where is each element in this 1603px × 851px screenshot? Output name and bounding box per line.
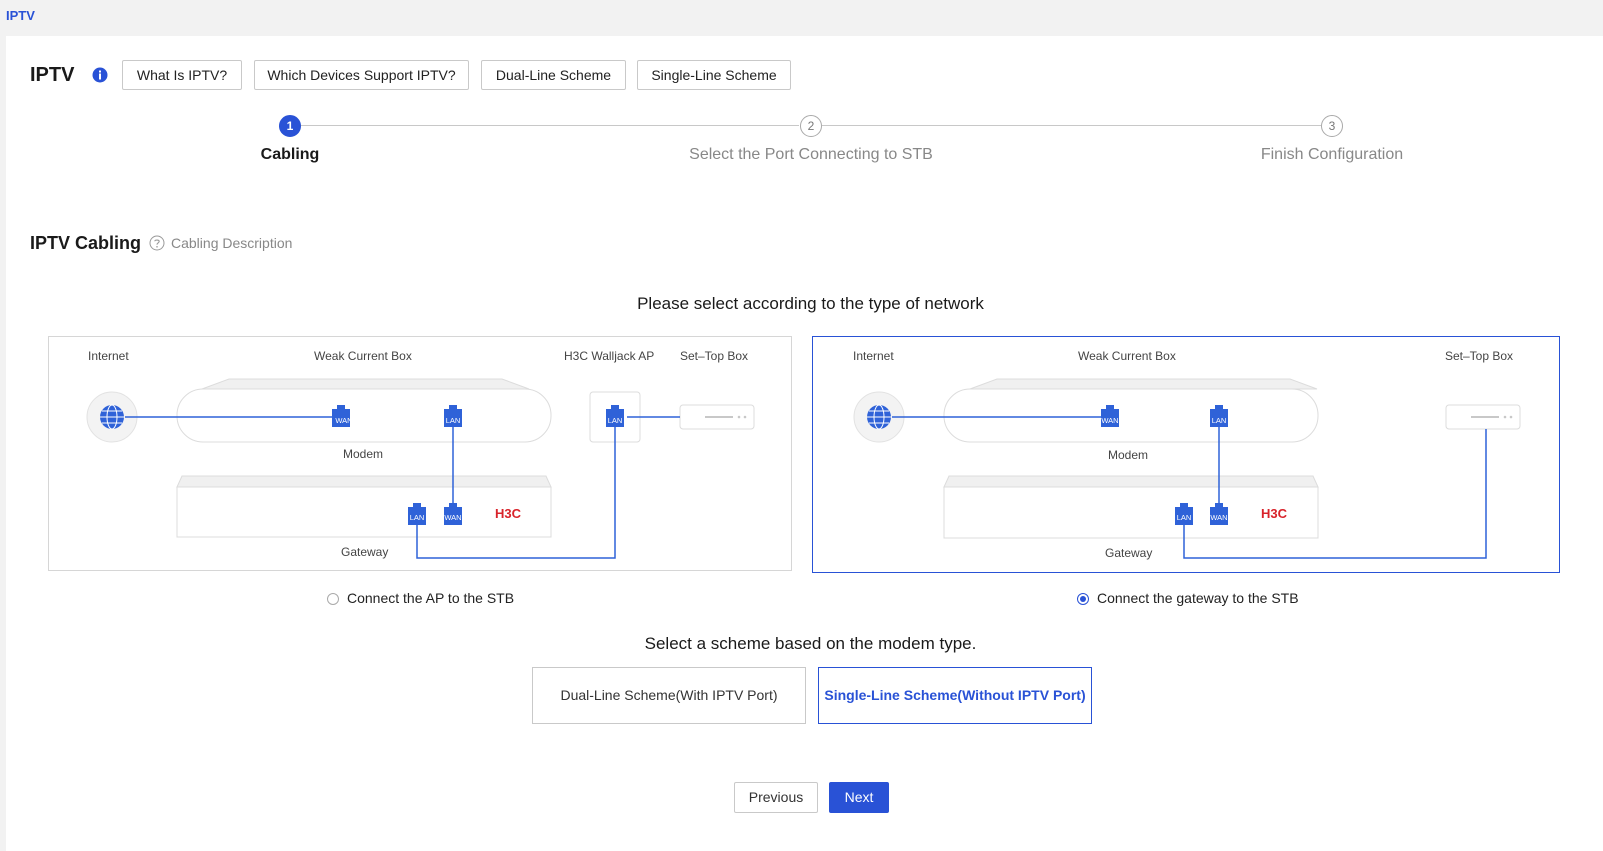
gateway-label: Gateway — [1105, 546, 1153, 560]
step-connector — [300, 125, 799, 126]
radio-gateway-to-stb[interactable] — [1077, 593, 1089, 605]
diagram-ap-drawing: WAN LAN LAN LAN WAN H3C — [86, 378, 755, 559]
step-connector — [822, 125, 1321, 126]
h3c-logo: H3C — [1261, 506, 1288, 521]
option-ap-to-stb[interactable]: Connect the AP to the STB — [327, 590, 514, 606]
section-title: IPTV Cabling — [30, 233, 142, 253]
diagram-gateway-to-stb[interactable]: WAN LAN LAN WAN H3C Internet Weak Curren… — [812, 336, 1560, 573]
page-title: IPTV — [30, 64, 75, 86]
step-2-label: Select the Port Connecting to STB — [689, 146, 933, 163]
top-tab-bar: IPTV — [0, 0, 1603, 36]
scheme-prompt: Select a scheme based on the modem type. — [0, 634, 1603, 654]
scheme-prompt-text: Select a scheme based on the modem type. — [644, 634, 977, 653]
tab-iptv[interactable]: IPTV — [6, 8, 35, 23]
network-prompt: Please select according to the type of n… — [0, 294, 1603, 314]
svg-text:LAN: LAN — [410, 513, 425, 522]
modem-label: Modem — [1108, 448, 1149, 462]
modem-box — [943, 388, 1319, 443]
gateway-label: Gateway — [341, 545, 389, 559]
step-2-circle: 2 — [800, 115, 822, 137]
svg-text:WAN: WAN — [1210, 513, 1227, 522]
step-1-label: Cabling — [260, 146, 320, 163]
single-line-scheme-option[interactable]: Single-Line Scheme(Without IPTV Port) — [818, 667, 1092, 724]
walljack-ap-label: H3C Walljack AP — [564, 349, 655, 363]
step-3-label: Finish Configuration — [1260, 146, 1404, 163]
set-top-box-label: Set–Top Box — [1445, 349, 1514, 363]
diagram-ap-to-stb[interactable]: WAN LAN LAN LAN WAN H3C Internet Weak Cu… — [48, 336, 792, 571]
network-prompt-text: Please select according to the type of n… — [637, 294, 984, 313]
svg-text:LAN: LAN — [608, 416, 623, 425]
supported-devices-button[interactable]: Which Devices Support IPTV? — [254, 60, 469, 90]
step-3-circle: 3 — [1321, 115, 1343, 137]
what-is-iptv-button[interactable]: What Is IPTV? — [122, 60, 242, 90]
dual-line-scheme-button[interactable]: Dual-Line Scheme — [481, 60, 626, 90]
previous-button[interactable]: Previous — [734, 782, 818, 813]
svg-text:WAN: WAN — [335, 416, 352, 425]
next-button[interactable]: Next — [829, 782, 889, 813]
svg-text:WAN: WAN — [444, 513, 461, 522]
option-ap-to-stb-label: Connect the AP to the STB — [347, 590, 515, 606]
option-gateway-to-stb[interactable]: Connect the gateway to the STB — [1077, 590, 1299, 606]
modem-box — [176, 388, 552, 443]
h3c-logo: H3C — [495, 506, 522, 521]
set-top-box-label: Set–Top Box — [680, 349, 749, 363]
svg-text:LAN: LAN — [446, 416, 461, 425]
option-gateway-to-stb-label: Connect the gateway to the STB — [1097, 590, 1299, 606]
internet-label: Internet — [88, 349, 129, 363]
single-line-scheme-button[interactable]: Single-Line Scheme — [637, 60, 791, 90]
diagram-gateway-drawing: WAN LAN LAN WAN H3C — [853, 378, 1521, 559]
svg-text:WAN: WAN — [1101, 416, 1118, 425]
weak-current-box-label: Weak Current Box — [314, 349, 412, 363]
internet-label: Internet — [853, 349, 894, 363]
weak-current-box-label: Weak Current Box — [1078, 349, 1176, 363]
svg-text:LAN: LAN — [1177, 513, 1192, 522]
info-icon[interactable] — [92, 67, 108, 83]
radio-ap-to-stb[interactable] — [327, 593, 339, 605]
svg-text:LAN: LAN — [1212, 416, 1227, 425]
cabling-description-link[interactable]: Cabling Description — [171, 235, 292, 251]
step-1-circle: 1 — [279, 115, 301, 137]
dual-line-scheme-option[interactable]: Dual-Line Scheme(With IPTV Port) — [532, 667, 806, 724]
modem-label: Modem — [343, 447, 384, 461]
help-icon[interactable] — [149, 235, 165, 251]
